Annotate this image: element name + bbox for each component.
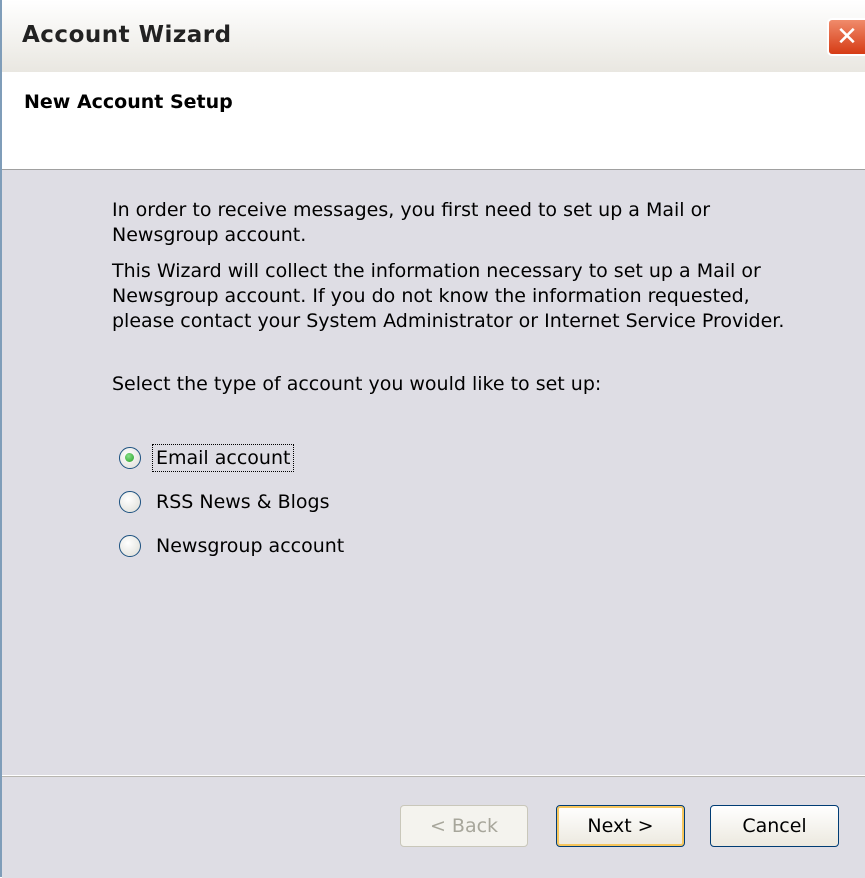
radio-button-selected[interactable] — [119, 447, 141, 469]
wizard-content: In order to receive messages, you first … — [2, 170, 865, 775]
wizard-header: New Account Setup — [2, 72, 865, 170]
title-bar: Account Wizard ✕ — [2, 0, 865, 73]
select-prompt: Select the type of account you would lik… — [112, 373, 602, 395]
intro-paragraph: In order to receive messages, you first … — [112, 199, 711, 246]
button-bar: < Back Next > Cancel — [2, 775, 865, 878]
radio-button[interactable] — [119, 491, 141, 513]
close-icon: ✕ — [836, 22, 858, 52]
back-button[interactable]: < Back — [400, 805, 528, 847]
radio-newsgroup-account[interactable]: Newsgroup account — [119, 530, 347, 562]
radio-rss-news-blogs[interactable]: RSS News & Blogs — [119, 486, 333, 518]
next-button[interactable]: Next > — [556, 805, 685, 847]
cancel-button[interactable]: Cancel — [710, 805, 839, 847]
radio-label-email-account[interactable]: Email account — [151, 444, 295, 472]
radio-label-newsgroup-account[interactable]: Newsgroup account — [153, 533, 347, 559]
page-title: New Account Setup — [24, 91, 233, 113]
radio-label-rss-news-blogs[interactable]: RSS News & Blogs — [153, 489, 333, 515]
window-title: Account Wizard — [22, 22, 232, 48]
info-paragraph: This Wizard will collect the information… — [112, 260, 785, 332]
account-wizard-dialog: Account Wizard ✕ New Account Setup In or… — [0, 0, 865, 878]
radio-email-account[interactable]: Email account — [119, 442, 295, 474]
close-button[interactable]: ✕ — [827, 18, 865, 56]
radio-button[interactable] — [119, 535, 141, 557]
